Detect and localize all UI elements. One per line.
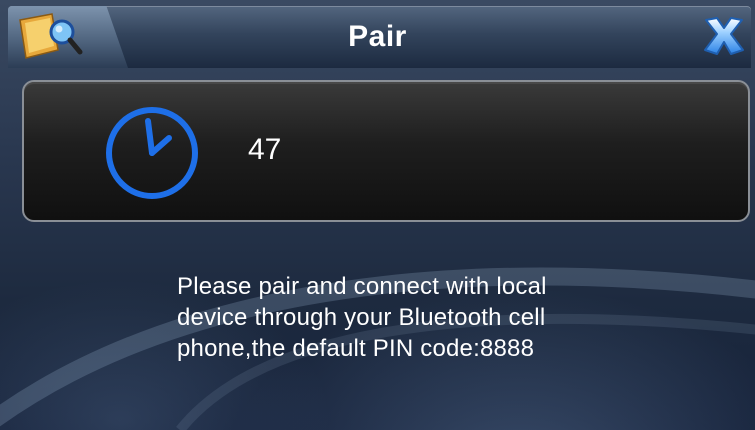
instruction-line-3: phone,the default PIN code:8888 (177, 335, 535, 362)
pairing-instructions: Please pair and connect with local devic… (177, 271, 647, 364)
pair-dialog: Pair 47 Please pair and connect with loc… (0, 0, 755, 430)
countdown-seconds: 47 (248, 133, 282, 166)
clock-icon (106, 107, 198, 199)
instruction-line-2: device through your Bluetooth cell (177, 304, 546, 331)
instruction-line-1: Please pair and connect with local (177, 273, 547, 300)
close-icon[interactable] (700, 14, 748, 58)
page-title: Pair (348, 20, 407, 53)
